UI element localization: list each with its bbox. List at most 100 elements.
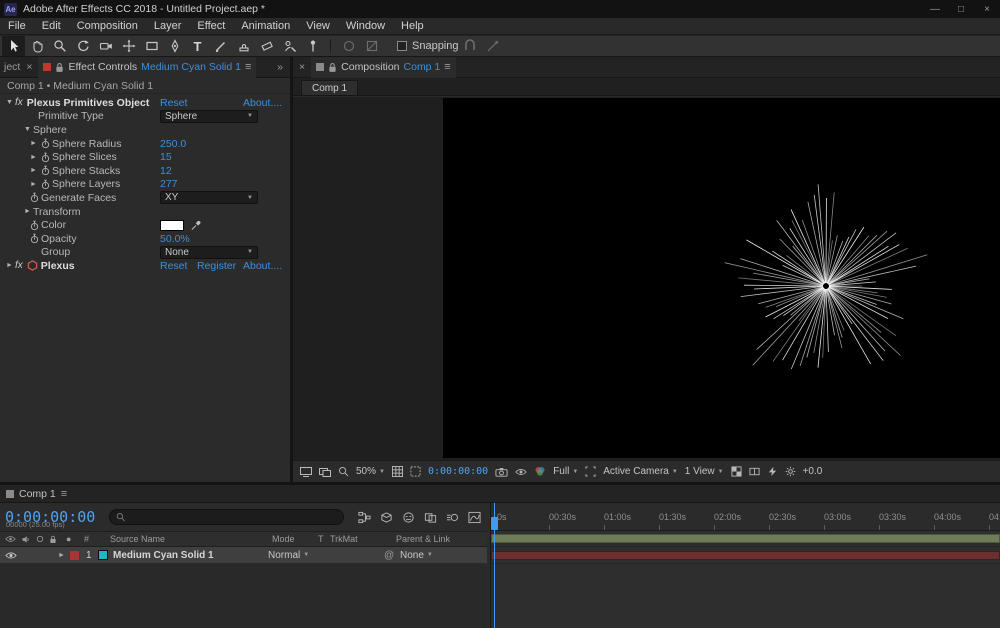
close-tab-icon[interactable]: ×: [24, 61, 34, 73]
camera-tool-button[interactable]: [94, 36, 117, 56]
property-value[interactable]: 250.0: [160, 138, 186, 150]
search-input[interactable]: [129, 511, 338, 523]
pickwhip-icon[interactable]: @: [384, 547, 394, 563]
playhead-handle[interactable]: [491, 517, 498, 530]
comp-mini-flowchart-icon[interactable]: [358, 511, 371, 524]
label-column-icon[interactable]: ●: [66, 532, 71, 546]
timeline-tab[interactable]: Comp 1: [19, 488, 56, 500]
always-preview-icon[interactable]: [300, 466, 312, 477]
layer-expander-icon[interactable]: ►: [58, 547, 69, 563]
fx-badge-icon[interactable]: fx: [15, 97, 23, 108]
draft-3d-icon[interactable]: [380, 511, 393, 524]
group-row[interactable]: ► Transform: [0, 205, 290, 219]
menu-effect[interactable]: Effect: [189, 20, 233, 32]
menu-window[interactable]: Window: [338, 20, 393, 32]
effect-header-row[interactable]: ► fx Plexus Reset Register About....: [0, 259, 290, 273]
resolution-dropdown[interactable]: Full ▼: [553, 466, 578, 477]
property-value[interactable]: 12: [160, 165, 172, 177]
twirl-icon[interactable]: ►: [22, 208, 33, 215]
mode-column-header[interactable]: Mode: [272, 532, 295, 546]
twirl-icon[interactable]: ►: [4, 262, 15, 269]
property-value[interactable]: 15: [160, 151, 172, 163]
work-area-strip[interactable]: [491, 531, 1000, 547]
primitive-type-dropdown[interactable]: Sphere ▼: [160, 109, 258, 123]
t-column-header[interactable]: T: [318, 532, 324, 546]
close-button[interactable]: ×: [974, 0, 1000, 18]
timeline-track-area[interactable]: 0s 00:30s 01:00s 01:30s 02:00s 02:30s 03…: [490, 503, 1000, 628]
fast-previews-icon[interactable]: [767, 466, 778, 477]
expander-icon[interactable]: ►: [28, 154, 39, 161]
solo-column-icon[interactable]: [36, 532, 44, 546]
layer-row[interactable]: ► 1 Medium Cyan Solid 1 Normal ▼ @ None ▼: [0, 547, 487, 564]
view-layout-dropdown[interactable]: 1 View ▼: [685, 466, 724, 477]
menu-animation[interactable]: Animation: [233, 20, 298, 32]
grid-guides-icon[interactable]: [391, 466, 403, 477]
solid-color-swatch[interactable]: [98, 547, 108, 563]
layer-bar-strip[interactable]: [491, 547, 1000, 564]
selection-tool-button[interactable]: [2, 36, 25, 56]
composition-viewer[interactable]: [293, 97, 1000, 460]
stopwatch-icon[interactable]: [39, 165, 52, 176]
effect-name[interactable]: Plexus: [41, 260, 75, 272]
color-swatch[interactable]: [160, 219, 184, 231]
clone-stamp-tool-button[interactable]: [232, 36, 255, 56]
expander-icon[interactable]: ►: [28, 140, 39, 147]
parent-link-column-header[interactable]: Parent & Link: [396, 532, 450, 546]
menu-layer[interactable]: Layer: [146, 20, 190, 32]
layer-visibility-icon[interactable]: [5, 547, 17, 563]
panel-menu-icon[interactable]: ≡: [61, 488, 67, 500]
about-link[interactable]: About....: [243, 260, 282, 272]
generate-faces-dropdown[interactable]: XY ▼: [160, 191, 258, 205]
blend-mode-dropdown[interactable]: Normal ▼: [268, 547, 316, 563]
lock-column-icon[interactable]: [49, 532, 57, 546]
hide-shy-layers-icon[interactable]: [402, 511, 415, 524]
reset-link[interactable]: Reset: [160, 97, 187, 109]
magnification-icon[interactable]: [338, 466, 349, 477]
stopwatch-icon[interactable]: [39, 179, 52, 190]
effect-name[interactable]: Plexus Primitives Object: [27, 97, 150, 109]
hand-tool-button[interactable]: [25, 36, 48, 56]
group-row[interactable]: ▼ Sphere: [0, 123, 290, 137]
layer-label-swatch[interactable]: [70, 547, 79, 563]
group-dropdown[interactable]: None ▼: [160, 245, 258, 259]
number-column-header[interactable]: #: [84, 532, 89, 546]
menu-view[interactable]: View: [298, 20, 338, 32]
tab-overflow-icon[interactable]: »: [277, 61, 286, 73]
parent-dropdown[interactable]: None ▼: [400, 547, 433, 563]
panel-menu-icon[interactable]: ≡: [245, 61, 251, 73]
brush-tool-button[interactable]: [209, 36, 232, 56]
expander-icon[interactable]: ►: [28, 167, 39, 174]
twirl-icon[interactable]: ▼: [22, 126, 33, 133]
effect-header-row[interactable]: ▼ fx Plexus Primitives Object Reset Abou…: [0, 96, 290, 110]
trkmat-column-header[interactable]: TrkMat: [330, 532, 358, 546]
time-ruler[interactable]: 0s 00:30s 01:00s 01:30s 02:00s 02:30s 03…: [491, 503, 1000, 531]
transparency-grid-icon[interactable]: [731, 466, 742, 477]
video-column-icon[interactable]: [5, 532, 16, 546]
minimize-button[interactable]: —: [922, 0, 948, 18]
composition-canvas[interactable]: [443, 98, 1000, 458]
tab-composition[interactable]: Composition Comp 1 ≡: [311, 56, 456, 78]
menu-help[interactable]: Help: [393, 20, 432, 32]
work-area-bar[interactable]: [491, 534, 1000, 543]
property-value[interactable]: 277: [160, 178, 178, 190]
snap-option-icon[interactable]: [482, 36, 505, 56]
puppet-pin-tool-button[interactable]: [301, 36, 324, 56]
stopwatch-icon[interactable]: [39, 138, 52, 149]
layer-duration-bar[interactable]: [491, 551, 1000, 560]
menu-composition[interactable]: Composition: [69, 20, 146, 32]
layer-name[interactable]: Medium Cyan Solid 1: [113, 547, 214, 563]
source-name-column-header[interactable]: Source Name: [110, 532, 165, 546]
stopwatch-icon[interactable]: [28, 220, 41, 231]
maximize-button[interactable]: □: [948, 0, 974, 18]
graph-editor-icon[interactable]: [468, 511, 481, 524]
region-of-interest-icon[interactable]: [585, 466, 596, 477]
comp-mini-tab[interactable]: Comp 1: [301, 80, 359, 95]
eraser-tool-button[interactable]: [255, 36, 278, 56]
snapping-checkbox[interactable]: [397, 41, 407, 51]
menu-edit[interactable]: Edit: [34, 20, 69, 32]
motion-blur-icon[interactable]: [446, 511, 459, 524]
pan-behind-tool-button[interactable]: [117, 36, 140, 56]
expander-icon[interactable]: ►: [28, 181, 39, 188]
audio-column-icon[interactable]: [21, 532, 30, 546]
stopwatch-icon[interactable]: [39, 152, 52, 163]
